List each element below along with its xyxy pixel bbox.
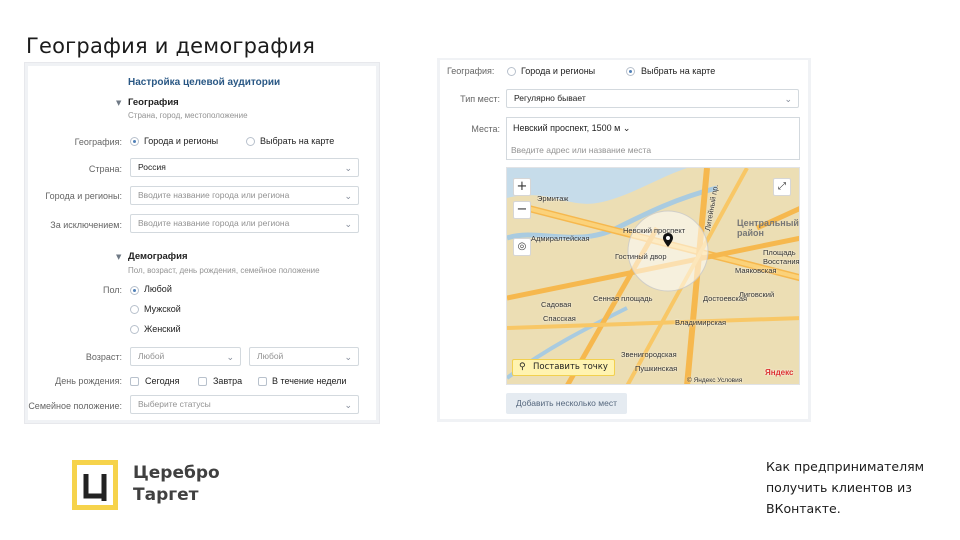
set-point-label: Поставить точку — [533, 362, 608, 372]
gender-label: Пол: — [102, 285, 122, 295]
map-label: Звенигородская — [621, 350, 677, 359]
yandex-logo: Яндекс — [765, 368, 794, 377]
geo-option-cities[interactable]: Города и регионы — [144, 136, 218, 146]
birthday-today-checkbox[interactable] — [130, 377, 139, 386]
geo-radio-cities[interactable] — [130, 137, 139, 146]
caption-line: получить клиентов из — [766, 480, 912, 495]
map-label: Площадь Восстания — [763, 248, 800, 266]
geo-radio-map[interactable] — [246, 137, 255, 146]
district-label: Центральный район — [737, 218, 799, 238]
birthday-tomorrow-checkbox[interactable] — [198, 377, 207, 386]
geo-section-subtitle: Страна, город, местоположение — [128, 111, 248, 120]
exclude-placeholder: Вводите название города или региона — [138, 218, 290, 228]
map-label: Невский проспект — [623, 226, 686, 235]
gender-option-male[interactable]: Мужской — [144, 304, 181, 314]
place-tag-text: Невский проспект, 1500 м — [513, 123, 621, 133]
zoom-out-button[interactable]: − — [513, 201, 531, 219]
map-geo-option-map[interactable]: Выбрать на карте — [641, 66, 715, 76]
gender-radio-female[interactable] — [130, 325, 139, 334]
map-label: Гостиный двор — [615, 252, 667, 261]
map-label: Маяковская — [735, 266, 777, 275]
map-geo-radio-map[interactable] — [626, 67, 635, 76]
demo-section-title[interactable]: Демография — [128, 251, 188, 262]
marital-label: Семейное положение: — [28, 401, 122, 411]
map-label: Эрмитаж — [537, 194, 569, 203]
exclude-input[interactable]: Вводите название города или региона ⌄ — [130, 214, 359, 233]
cities-placeholder: Вводите название города или региона — [138, 190, 290, 200]
map-geo-label: География: — [447, 66, 495, 76]
chevron-down-icon: ⌄ — [344, 352, 352, 362]
map-geo-radio-cities[interactable] — [507, 67, 516, 76]
chevron-down-icon: ⌄ — [344, 163, 352, 173]
country-value: Россия — [138, 162, 166, 172]
map-geo-option-cities[interactable]: Города и регионы — [521, 66, 595, 76]
place-type-label: Тип мест: — [460, 94, 500, 104]
zoom-in-button[interactable]: + — [513, 178, 531, 196]
address-input[interactable]: Введите адрес или название места — [511, 145, 651, 155]
cerebro-logo-icon — [72, 460, 118, 510]
chevron-down-icon: ⌄ — [226, 352, 234, 362]
marital-select[interactable]: Выберите статусы ⌄ — [130, 395, 359, 414]
collapse-triangle-icon[interactable]: ▼ — [116, 99, 121, 107]
chevron-down-icon: ⌄ — [344, 191, 352, 201]
map-label: Владимирская — [675, 318, 727, 327]
map-label: Спасская — [543, 314, 576, 323]
slide-caption: Как предпринимателям получить клиентов и… — [766, 456, 946, 519]
cities-input[interactable]: Вводите название города или региона ⌄ — [130, 186, 359, 205]
country-select[interactable]: Россия ⌄ — [130, 158, 359, 177]
gender-option-female[interactable]: Женский — [144, 324, 181, 334]
map-label: Садовая — [541, 300, 572, 309]
birthday-label: День рождения: — [55, 376, 122, 386]
audience-settings-header: Настройка целевой аудитории — [128, 77, 281, 88]
geolocation-icon[interactable]: ◎ — [513, 238, 531, 256]
age-to-select[interactable]: Любой ⌄ — [249, 347, 359, 366]
radius-circle — [627, 210, 709, 292]
place-type-value: Регулярно бывает — [514, 93, 586, 103]
age-label: Возраст: — [85, 352, 122, 362]
place-tag[interactable]: Невский проспект, 1500 м ⌄ — [513, 123, 630, 134]
chevron-down-icon: ⌄ — [344, 219, 352, 229]
caption-line: Как предпринимателям — [766, 459, 925, 474]
map-attribution[interactable]: © Яндекс Условия — [687, 377, 742, 384]
gender-option-any[interactable]: Любой — [144, 284, 172, 294]
river-area — [507, 168, 687, 204]
geo-option-map[interactable]: Выбрать на карте — [260, 136, 334, 146]
yandex-map[interactable]: Эрмитаж Адмиралтейская Невский проспект … — [506, 167, 800, 385]
map-label: Адмиралтейская — [531, 234, 590, 243]
birthday-week-label[interactable]: В течение недели — [272, 376, 346, 386]
collapse-triangle-icon[interactable]: ▼ — [116, 253, 121, 261]
marital-placeholder: Выберите статусы — [138, 399, 211, 409]
birthday-today-label[interactable]: Сегодня — [145, 376, 180, 386]
map-pin-icon[interactable] — [663, 232, 673, 247]
geo-label: География: — [74, 137, 122, 147]
age-from-select[interactable]: Любой ⌄ — [130, 347, 241, 366]
chevron-down-icon: ⌄ — [784, 94, 792, 104]
logo-line2: Таргет — [133, 485, 199, 505]
age-to-value: Любой — [257, 351, 284, 361]
gender-radio-any[interactable] — [130, 286, 139, 295]
slide-title: География и демография — [26, 34, 316, 58]
demo-section-subtitle: Пол, возраст, день рождения, семейное по… — [128, 266, 320, 275]
chevron-down-icon: ⌄ — [344, 400, 352, 410]
pin-icon: ⚲ — [519, 362, 526, 372]
set-point-button[interactable]: ⚲ Поставить точку — [512, 359, 615, 376]
cities-label: Города и регионы: — [45, 191, 122, 201]
logo-line1: Церебро — [133, 463, 220, 483]
map-label: Лиговский — [739, 290, 775, 299]
gender-radio-male[interactable] — [130, 305, 139, 314]
map-label: Пушкинская — [635, 364, 678, 373]
country-label: Страна: — [88, 164, 122, 174]
birthday-tomorrow-label[interactable]: Завтра — [213, 376, 242, 386]
map-label: Сенная площадь — [593, 294, 653, 303]
fullscreen-icon[interactable]: ⤢ — [773, 178, 791, 196]
exclude-label: За исключением: — [50, 220, 122, 230]
chevron-down-icon[interactable]: ⌄ — [623, 123, 631, 133]
geo-section-title[interactable]: География — [128, 97, 179, 108]
add-several-places-button[interactable]: Добавить несколько мест — [506, 393, 627, 414]
place-type-select[interactable]: Регулярно бывает ⌄ — [506, 89, 799, 108]
caption-line: ВКонтакте. — [766, 501, 841, 516]
places-label: Места: — [471, 124, 500, 134]
birthday-week-checkbox[interactable] — [258, 377, 267, 386]
age-from-value: Любой — [138, 351, 165, 361]
